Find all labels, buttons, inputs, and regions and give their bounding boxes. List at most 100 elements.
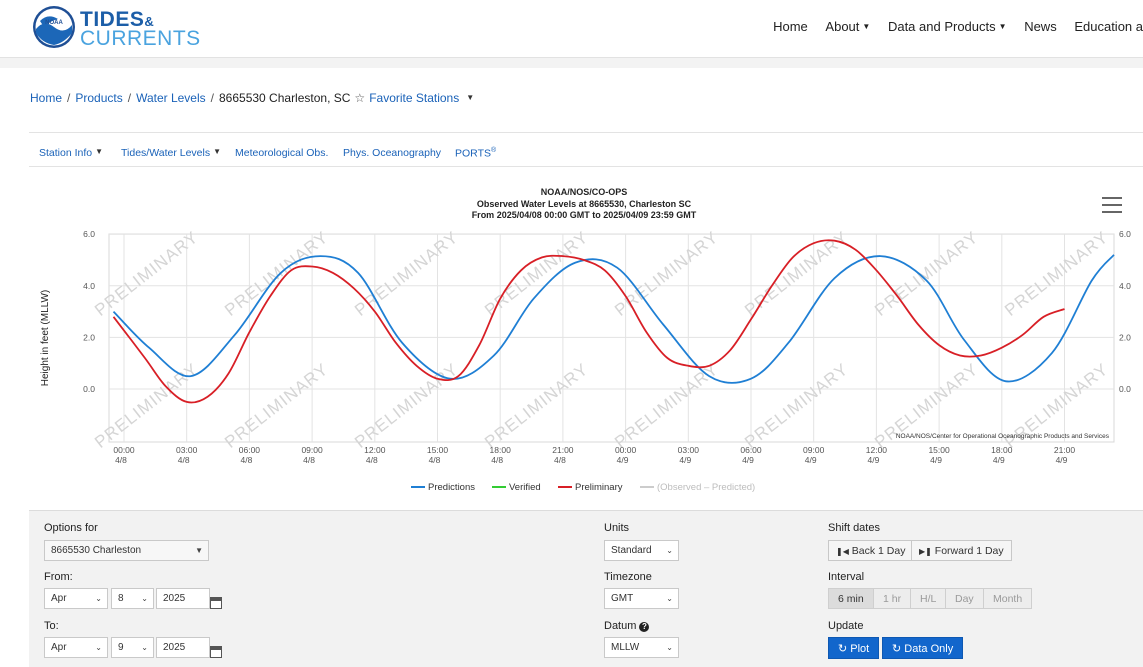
units-label: Units (604, 522, 630, 534)
x-axis-ticks: 00:004/803:004/806:004/809:004/812:004/8… (113, 445, 1075, 465)
x-tick-time: 00:00 (113, 445, 135, 455)
interval-label: Interval (828, 571, 865, 583)
legend-swatch (411, 486, 425, 488)
subnav-phys-oceanography[interactable]: Phys. Oceanography (343, 147, 441, 159)
y-tick-label-right: 4.0 (1119, 281, 1131, 291)
datum-select[interactable]: MLLW ⌄ (604, 637, 679, 658)
x-tick-date: 4/8 (429, 455, 441, 465)
crumb-water-levels[interactable]: Water Levels (136, 91, 206, 105)
chevron-down-icon: ⌄ (141, 594, 148, 603)
x-tick-time: 09:00 (803, 445, 825, 455)
skip-forward-icon: ▶❚ (919, 547, 932, 556)
data-only-button[interactable]: ↻ Data Only (882, 637, 964, 659)
nav-news[interactable]: News (1024, 19, 1057, 34)
to-year-input[interactable]: 2025 (156, 637, 210, 658)
from-month-select[interactable]: Apr ⌄ (44, 588, 108, 609)
header-divider (0, 58, 1143, 68)
site-header: NOAA TIDES& CURRENTS Home About ▼ Data an… (0, 0, 1143, 58)
star-icon[interactable]: ☆ (354, 91, 365, 105)
chart-menu-icon[interactable] (1102, 197, 1122, 213)
subnav-tides-label: Tides/Water Levels (121, 147, 211, 159)
brand-wordmark[interactable]: TIDES& CURRENTS (80, 9, 201, 50)
interval-1hr[interactable]: 1 hr (873, 588, 912, 609)
interval-hl[interactable]: H/L (910, 588, 947, 609)
from-day-select[interactable]: 8 ⌄ (111, 588, 154, 609)
help-icon[interactable]: ? (639, 622, 650, 632)
x-tick-time: 15:00 (928, 445, 950, 455)
crumb-current-station: 8665530 Charleston, SC (219, 91, 351, 105)
x-tick-date: 4/9 (867, 455, 879, 465)
legend-preliminary[interactable]: Preliminary (558, 482, 623, 493)
units-select[interactable]: Standard ⌄ (604, 540, 679, 561)
x-tick-time: 18:00 (991, 445, 1013, 455)
x-tick-date: 4/9 (617, 455, 629, 465)
noaa-logo[interactable]: NOAA (32, 5, 76, 49)
main-nav: Home About ▼ Data and Products ▼ News Educ… (759, 19, 1143, 34)
x-tick-time: 21:00 (552, 445, 574, 455)
datum-label-text: Datum (604, 620, 637, 632)
caret-down-icon: ▼ (862, 22, 871, 31)
nav-education[interactable]: Education a (1074, 19, 1143, 34)
subnav-ports[interactable]: PORTS® (455, 147, 496, 160)
caret-down-icon: ▼ (95, 147, 104, 156)
x-tick-date: 4/9 (679, 455, 691, 465)
nav-home[interactable]: Home (773, 19, 808, 34)
x-tick-date: 4/8 (178, 455, 190, 465)
shift-dates-label: Shift dates (828, 522, 880, 534)
crumb-products[interactable]: Products (75, 91, 122, 105)
legend-verified[interactable]: Verified (492, 482, 541, 493)
to-year-value: 2025 (163, 642, 186, 653)
chevron-down-icon: ⌄ (95, 643, 102, 652)
datum-label: Datum ? (604, 620, 650, 632)
chevron-down-icon: ⌄ (666, 643, 673, 652)
station-select[interactable]: 8665530 Charleston ▼ (44, 540, 209, 561)
station-value: 8665530 Charleston (51, 545, 142, 556)
subnav-ports-label: PORTS (455, 147, 491, 160)
back-1-day-button[interactable]: ❚◀ Back 1 Day (828, 540, 914, 561)
from-year-input[interactable]: 2025 (156, 588, 210, 609)
chevron-down-icon: ⌄ (141, 643, 148, 652)
x-tick-date: 4/9 (930, 455, 942, 465)
chart-legend: Predictions Verified Preliminary (Observ… (411, 482, 755, 493)
favorite-stations-dropdown[interactable]: Favorite Stations ▼ (369, 91, 474, 105)
legend-predictions[interactable]: Predictions (411, 482, 475, 493)
caret-down-icon: ▼ (195, 546, 203, 555)
chart-title-3: From 2025/04/08 00:00 GMT to 2025/04/09 … (472, 210, 697, 220)
forward-1-day-button[interactable]: ▶❚ Forward 1 Day (911, 540, 1012, 561)
brand-line2: CURRENTS (80, 27, 201, 50)
interval-6min[interactable]: 6 min (828, 588, 874, 609)
y-tick-label-right: 0.0 (1119, 384, 1131, 394)
x-tick-date: 4/8 (240, 455, 252, 465)
calendar-icon[interactable] (210, 646, 222, 658)
x-tick-date: 4/8 (554, 455, 566, 465)
nav-about[interactable]: About ▼ (825, 19, 870, 34)
caret-down-icon: ▼ (466, 93, 475, 102)
timezone-select[interactable]: GMT ⌄ (604, 588, 679, 609)
chart-title-1: NOAA/NOS/CO-OPS (541, 187, 628, 197)
y-tick-label-left: 6.0 (83, 229, 95, 239)
subnav-tides-water-levels[interactable]: Tides/Water Levels ▼ (121, 147, 221, 159)
crumb-home[interactable]: Home (30, 91, 62, 105)
to-month-select[interactable]: Apr ⌄ (44, 637, 108, 658)
to-day-select[interactable]: 9 ⌄ (111, 637, 154, 658)
x-tick-time: 12:00 (364, 445, 386, 455)
x-tick-time: 09:00 (301, 445, 323, 455)
x-tick-time: 06:00 (239, 445, 261, 455)
y-tick-label-left: 0.0 (83, 384, 95, 394)
x-tick-time: 00:00 (615, 445, 637, 455)
x-tick-date: 4/8 (366, 455, 378, 465)
water-level-chart: NOAA/NOS/CO-OPS Observed Water Levels at… (40, 187, 1131, 493)
x-tick-time: 03:00 (176, 445, 198, 455)
interval-day[interactable]: Day (945, 588, 984, 609)
logo-text: NOAA (45, 20, 63, 26)
legend-label: (Observed – Predicted) (657, 482, 755, 493)
nav-data-products[interactable]: Data and Products ▼ (888, 19, 1007, 34)
subnav-station-info[interactable]: Station Info ▼ (39, 147, 103, 159)
subnav-meteorological[interactable]: Meteorological Obs. (235, 147, 328, 159)
calendar-icon[interactable] (210, 597, 222, 609)
plot-button[interactable]: ↻ Plot (828, 637, 880, 659)
legend-label: Verified (509, 482, 541, 493)
interval-month[interactable]: Month (983, 588, 1033, 609)
legend-observed-minus-predicted[interactable]: (Observed – Predicted) (640, 482, 755, 493)
caret-down-icon: ▼ (998, 22, 1007, 31)
